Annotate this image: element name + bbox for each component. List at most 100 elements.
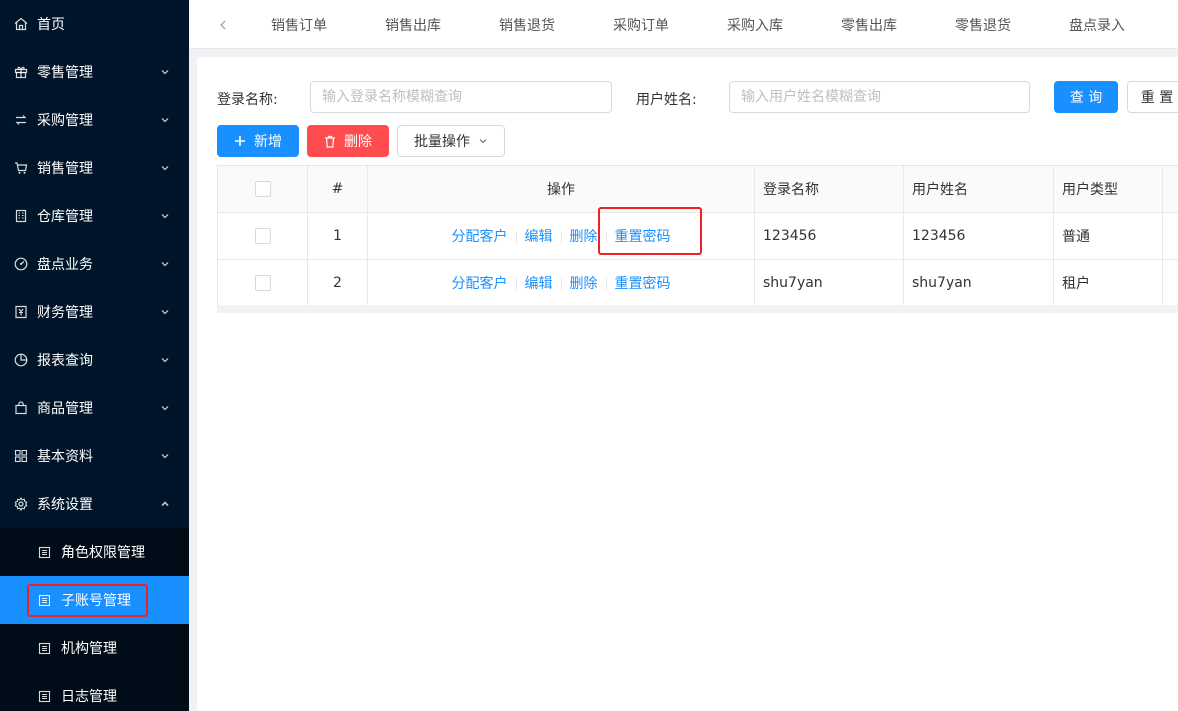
delete-button[interactable]: 删除 xyxy=(307,125,389,157)
batch-operations-label: 批量操作 xyxy=(414,134,470,150)
sidebar-subitem-logs[interactable]: 日志管理 xyxy=(0,672,189,711)
row-index: 1 xyxy=(307,212,368,260)
sidebar-item-label: 盘点业务 xyxy=(37,257,93,273)
query-button[interactable]: 查 询 xyxy=(1054,81,1118,113)
column-header-user-type[interactable]: 用户类型 xyxy=(1053,165,1163,213)
sidebar-subitem-label: 日志管理 xyxy=(61,689,117,705)
sidebar-item-label: 报表查询 xyxy=(37,353,93,369)
sidebar-subitem-organizations[interactable]: 机构管理 xyxy=(0,624,189,672)
sidebar-subitem-role-permissions[interactable]: 角色权限管理 xyxy=(0,528,189,576)
sidebar-subitem-label: 机构管理 xyxy=(61,641,117,657)
chevron-up-icon xyxy=(159,498,171,510)
sidebar-item-label: 财务管理 xyxy=(37,305,93,321)
row-user-type: 租户 xyxy=(1053,259,1163,307)
sidebar-item-label: 销售管理 xyxy=(37,161,93,177)
tab-sales-order[interactable]: 销售订单 xyxy=(271,15,327,35)
sidebar-item-label: 基本资料 xyxy=(37,449,93,465)
column-header-actions: 操作 xyxy=(367,165,755,213)
sidebar-item-basic-data[interactable]: 基本资料 xyxy=(0,432,189,480)
chevron-down-icon xyxy=(159,66,171,78)
sidebar-item-label: 采购管理 xyxy=(37,113,93,129)
assign-customer-link[interactable]: 分配客户 xyxy=(452,276,508,292)
row-login-name: shu7yan xyxy=(754,259,904,307)
row-checkbox[interactable] xyxy=(254,275,271,291)
dashboard-icon xyxy=(14,257,28,271)
tab-bar: 销售订单 销售出库 销售退货 采购订单 采购入库 零售出库 零售退货 盘点录入 xyxy=(189,0,1178,49)
username-label: 用户姓名: xyxy=(636,92,697,108)
sidebar-item-products[interactable]: 商品管理 xyxy=(0,384,189,432)
plus-icon xyxy=(234,135,246,147)
home-icon xyxy=(14,17,28,31)
swap-icon xyxy=(14,113,28,127)
sidebar-item-warehouse[interactable]: 仓库管理 xyxy=(0,192,189,240)
highlight-box-sub-accounts xyxy=(27,584,148,617)
chevron-down-icon xyxy=(159,162,171,174)
sidebar-item-reports[interactable]: 报表查询 xyxy=(0,336,189,384)
chevron-down-icon xyxy=(159,450,171,462)
login-name-input[interactable] xyxy=(310,81,612,113)
sidebar-item-label: 零售管理 xyxy=(37,65,93,81)
profile-icon xyxy=(38,690,51,703)
sidebar-item-system-settings[interactable]: 系统设置 xyxy=(0,480,189,528)
edit-link[interactable]: 编辑 xyxy=(525,229,553,245)
tab-retail-outbound[interactable]: 零售出库 xyxy=(841,15,897,35)
sidebar: 首页 零售管理 采购管理 销售管理 仓库管理 盘点业务 财务管理 报表查询 商品… xyxy=(0,0,189,711)
money-icon xyxy=(14,305,28,319)
column-header-username[interactable]: 用户姓名 xyxy=(903,165,1054,213)
pie-chart-icon xyxy=(14,353,28,367)
delete-link[interactable]: 删除 xyxy=(570,229,598,245)
tab-retail-return[interactable]: 零售退货 xyxy=(955,15,1011,35)
column-header-index: # xyxy=(307,165,368,213)
system-settings-submenu: 角色权限管理 子账号管理 机构管理 日志管理 xyxy=(0,528,189,711)
sidebar-item-purchase[interactable]: 采购管理 xyxy=(0,96,189,144)
edit-link[interactable]: 编辑 xyxy=(525,276,553,292)
profile-icon xyxy=(38,642,51,655)
select-all-cell xyxy=(217,165,308,213)
tab-purchase-inbound[interactable]: 采购入库 xyxy=(727,15,783,35)
gift-icon xyxy=(14,65,28,79)
sidebar-item-retail[interactable]: 零售管理 xyxy=(0,48,189,96)
row-username: shu7yan xyxy=(903,259,1054,307)
highlight-box-reset-password xyxy=(598,207,702,255)
tab-sales-return[interactable]: 销售退货 xyxy=(499,15,555,35)
sidebar-item-home[interactable]: 首页 xyxy=(0,0,189,48)
sidebar-item-finance[interactable]: 财务管理 xyxy=(0,288,189,336)
batch-operations-dropdown[interactable]: 批量操作 xyxy=(397,125,505,157)
chevron-down-icon xyxy=(159,114,171,126)
row-index: 2 xyxy=(307,259,368,307)
setting-icon xyxy=(14,497,28,511)
delete-link[interactable]: 删除 xyxy=(570,276,598,292)
row-overflow-cell xyxy=(1162,259,1178,307)
action-divider xyxy=(560,277,562,291)
tab-sales-outbound[interactable]: 销售出库 xyxy=(385,15,441,35)
sidebar-item-inventory[interactable]: 盘点业务 xyxy=(0,240,189,288)
add-button[interactable]: 新增 xyxy=(217,125,299,157)
reset-password-link[interactable]: 重置密码 xyxy=(615,276,671,292)
tab-purchase-order[interactable]: 采购订单 xyxy=(613,15,669,35)
content-panel: 登录名称: 用户姓名: 查 询 重 置 新增 删除 批量操作 # 操作 登录名称… xyxy=(197,57,1178,711)
select-all-checkbox[interactable] xyxy=(254,181,271,197)
cart-icon xyxy=(14,161,28,175)
username-input[interactable] xyxy=(729,81,1030,113)
trash-icon xyxy=(324,135,336,148)
column-header-login-name[interactable]: 登录名称 xyxy=(754,165,904,213)
chevron-down-icon xyxy=(159,402,171,414)
sidebar-item-sales[interactable]: 销售管理 xyxy=(0,144,189,192)
sidebar-item-label: 首页 xyxy=(37,17,65,33)
row-checkbox[interactable] xyxy=(254,228,271,244)
sidebar-item-label: 系统设置 xyxy=(37,497,93,513)
assign-customer-link[interactable]: 分配客户 xyxy=(452,229,508,245)
building-icon xyxy=(14,209,28,223)
table-scrollbar-track[interactable] xyxy=(217,305,1178,313)
row-user-type: 普通 xyxy=(1053,212,1163,260)
tab-inventory-entry[interactable]: 盘点录入 xyxy=(1069,15,1125,35)
chevron-down-icon xyxy=(159,354,171,366)
table-header-row: # 操作 登录名称 用户姓名 用户类型 xyxy=(217,165,1178,213)
column-header-overflow xyxy=(1162,165,1178,213)
reset-button[interactable]: 重 置 xyxy=(1127,81,1178,113)
row-select-cell xyxy=(217,259,308,307)
row-login-name: 123456 xyxy=(754,212,904,260)
login-name-label: 登录名称: xyxy=(217,92,278,108)
chevron-left-icon[interactable] xyxy=(215,16,231,34)
shopping-icon xyxy=(14,401,28,415)
